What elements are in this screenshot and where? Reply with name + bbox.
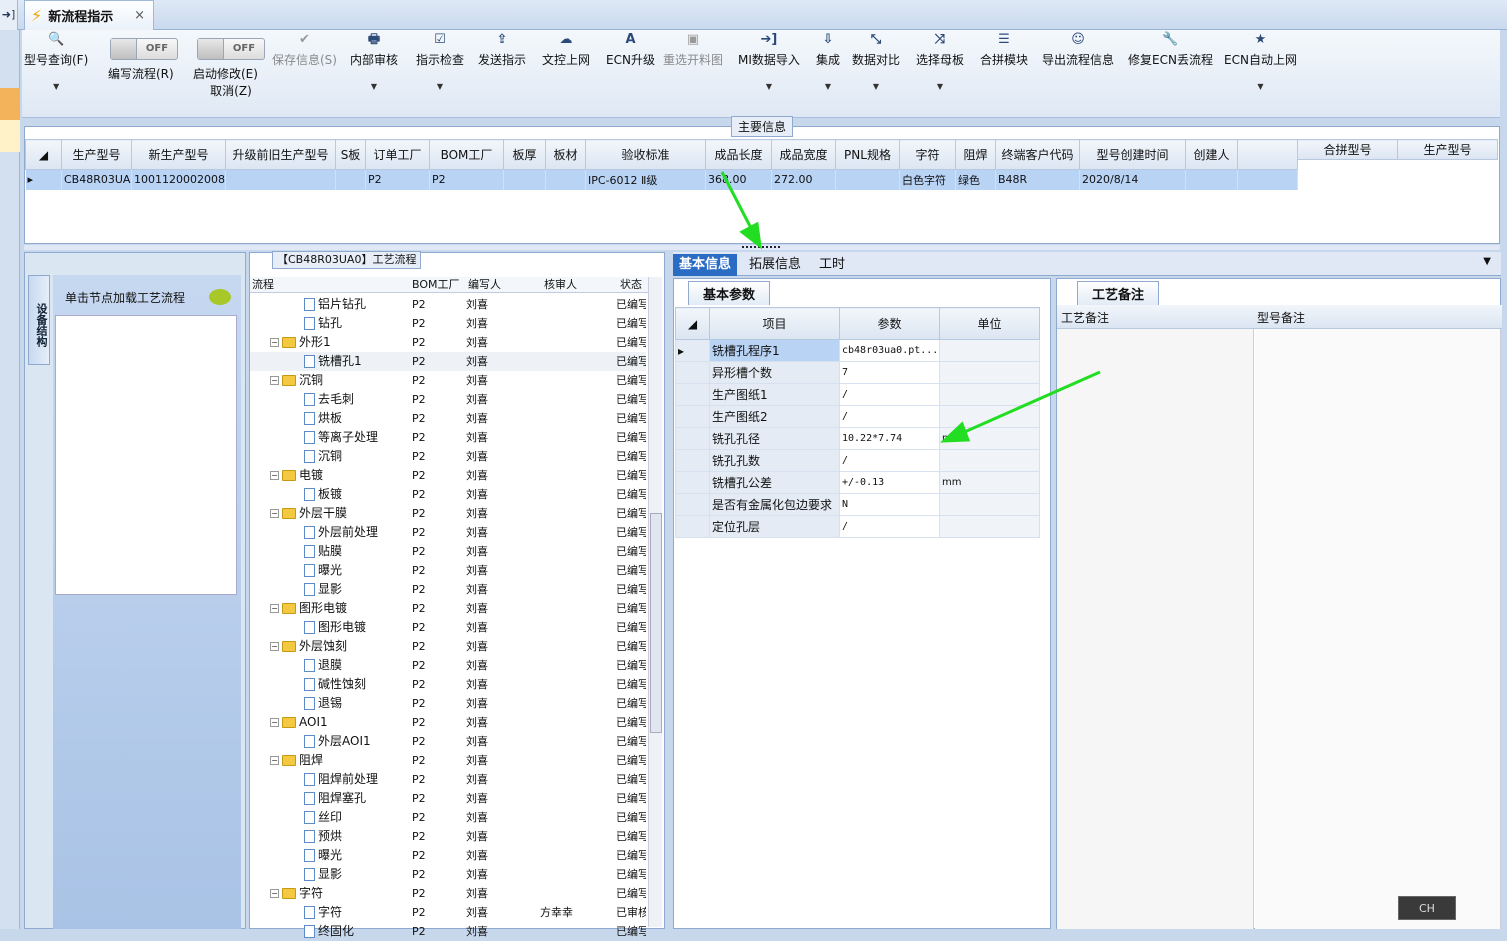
arrow-line-2 xyxy=(959,370,1101,436)
annotation-arrows xyxy=(720,171,1101,443)
arrow-head-1 xyxy=(739,221,762,250)
arrow-line-1 xyxy=(720,171,754,231)
arrow-head-2 xyxy=(940,421,971,443)
main-info-title: 主要信息 xyxy=(731,116,794,137)
